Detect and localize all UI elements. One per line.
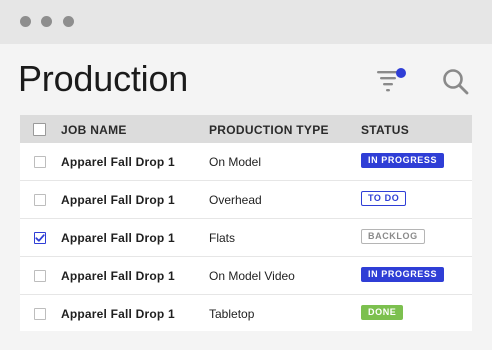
row-checkbox[interactable]: [34, 308, 46, 320]
table-header-row: JOB NAME PRODUCTION TYPE STATUS: [20, 115, 472, 143]
select-all-checkbox[interactable]: [33, 123, 46, 136]
job-name-cell: Apparel Fall Drop 1: [61, 307, 175, 321]
status-badge: DONE: [361, 305, 404, 320]
production-type-cell: Flats: [209, 231, 236, 245]
status-badge: TO DO: [361, 191, 407, 206]
row-checkbox[interactable]: [34, 232, 46, 244]
status-badge: IN PROGRESS: [361, 153, 445, 168]
production-type-cell: On Model: [209, 155, 262, 169]
column-header-job-name[interactable]: JOB NAME: [61, 123, 127, 137]
search-button[interactable]: [440, 66, 472, 98]
filter-button[interactable]: [374, 66, 408, 96]
table-row[interactable]: Apparel Fall Drop 1 On Model Video IN PR…: [20, 257, 472, 295]
filter-icon: [377, 68, 406, 92]
production-type-cell: On Model Video: [209, 269, 295, 283]
status-badge: BACKLOG: [361, 229, 425, 244]
production-type-cell: Overhead: [209, 193, 262, 207]
row-checkbox[interactable]: [34, 270, 46, 282]
job-name-cell: Apparel Fall Drop 1: [61, 155, 175, 169]
page-title: Production: [18, 58, 189, 99]
column-header-production-type[interactable]: PRODUCTION TYPE: [209, 123, 329, 137]
window-maximize-dot[interactable]: [63, 16, 74, 27]
app-window: Production JOB NAME PRODUCTION TYPE STAT…: [0, 0, 492, 350]
window-close-dot[interactable]: [20, 16, 31, 27]
row-checkbox[interactable]: [34, 156, 46, 168]
job-name-cell: Apparel Fall Drop 1: [61, 231, 175, 245]
production-table: JOB NAME PRODUCTION TYPE STATUS Apparel …: [20, 115, 472, 331]
checkmark-icon: [35, 234, 45, 242]
table-row[interactable]: Apparel Fall Drop 1 Overhead TO DO: [20, 181, 472, 219]
window-titlebar: [0, 0, 492, 44]
job-name-cell: Apparel Fall Drop 1: [61, 193, 175, 207]
search-icon: [443, 69, 469, 95]
job-name-cell: Apparel Fall Drop 1: [61, 269, 175, 283]
row-checkbox[interactable]: [34, 194, 46, 206]
table-row[interactable]: Apparel Fall Drop 1 Flats BACKLOG: [20, 219, 472, 257]
filter-active-indicator: [396, 68, 406, 78]
production-type-cell: Tabletop: [209, 307, 255, 321]
table-row[interactable]: Apparel Fall Drop 1 Tabletop DONE: [20, 295, 472, 333]
table-row[interactable]: Apparel Fall Drop 1 On Model IN PROGRESS: [20, 143, 472, 181]
status-badge: IN PROGRESS: [361, 267, 445, 282]
window-minimize-dot[interactable]: [41, 16, 52, 27]
column-header-status[interactable]: STATUS: [361, 123, 409, 137]
